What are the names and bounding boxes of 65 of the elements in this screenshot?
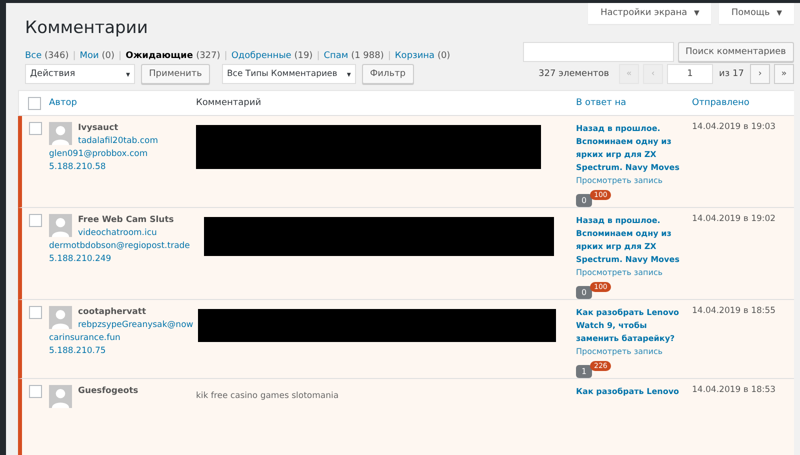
- filter-separator: |: [72, 51, 76, 61]
- post-title-link[interactable]: Назад в прошлое. Вспоминаем одну из ярких игр для ZX Spectrum. Navy Moves: [576, 214, 688, 266]
- post-title-link[interactable]: Как разобрать Lenovo: [576, 385, 688, 398]
- author-url-link[interactable]: tadalafil20tab.com: [49, 135, 194, 148]
- search-button[interactable]: Поиск комментариев: [678, 42, 794, 62]
- select-all-checkbox[interactable]: [28, 96, 40, 110]
- row-checkbox[interactable]: [29, 306, 42, 319]
- items-count: 327 элементов: [538, 69, 610, 79]
- avatar-icon: [49, 122, 72, 145]
- author-ip-link[interactable]: 5.188.210.58: [49, 161, 194, 174]
- approved-count-bubble[interactable]: 0: [576, 286, 592, 299]
- filter-separator: |: [224, 51, 228, 61]
- author-url-link[interactable]: videochatroom.icu: [49, 227, 194, 240]
- author-email-link[interactable]: glen091@probbox.com: [49, 148, 194, 161]
- view-post-link[interactable]: Просмотреть запись: [576, 174, 688, 187]
- page-title: Комментарии: [24, 18, 149, 40]
- apply-button[interactable]: Применить: [141, 64, 210, 84]
- row-checkbox[interactable]: [29, 214, 42, 227]
- column-header[interactable]: Отправлено: [692, 98, 750, 108]
- approved-count-bubble[interactable]: 1: [576, 365, 592, 378]
- approved-count-bubble[interactable]: 0: [576, 194, 592, 207]
- comment-type-dropdown[interactable]: Все Типы Комментариев ▾: [222, 64, 356, 84]
- page-number-field[interactable]: 1: [667, 64, 714, 84]
- column-header[interactable]: В ответ на: [576, 98, 626, 108]
- column-header[interactable]: Автор: [49, 98, 77, 108]
- avatar-icon: [49, 306, 72, 329]
- status-filter-link[interactable]: Спам (1 988): [324, 51, 384, 61]
- author-name: Free Web Cam Sluts: [78, 214, 175, 227]
- status-filter-link[interactable]: Ожидающие (327): [126, 51, 220, 61]
- next-page-button[interactable]: ›: [750, 64, 770, 84]
- author-ip-link[interactable]: 5.188.210.75: [49, 345, 194, 358]
- view-post-link[interactable]: Просмотреть запись: [576, 266, 688, 279]
- row-checkbox[interactable]: [29, 385, 42, 398]
- filter-separator: |: [118, 51, 122, 61]
- row-checkbox[interactable]: [29, 122, 42, 135]
- submitted-date: 14.04.2019 в 18:53: [692, 385, 776, 395]
- dropdown-arrow-icon: ▾: [346, 70, 351, 78]
- view-post-link[interactable]: Просмотреть запись: [576, 345, 688, 358]
- submitted-date: 14.04.2019 в 18:55: [692, 306, 776, 316]
- filter-separator: |: [316, 51, 320, 61]
- submitted-date: 14.04.2019 в 19:02: [692, 214, 776, 224]
- bulk-actions-dropdown[interactable]: Действия ▾: [25, 64, 135, 84]
- search-field[interactable]: [522, 42, 674, 62]
- avatar-icon: [49, 385, 72, 408]
- avatar-icon: [49, 214, 72, 237]
- status-filter-link[interactable]: Корзина (0): [394, 51, 450, 61]
- filter-separator: |: [388, 51, 391, 61]
- status-filter-link[interactable]: Мои (0): [80, 51, 115, 61]
- comment-text: kik free casino games slotomania: [196, 390, 340, 401]
- post-title-link[interactable]: Как разобрать Lenovo Watch 9, чтобы заменить батарейку?: [576, 306, 688, 345]
- author-name: cootaphervatt: [78, 306, 148, 319]
- submitted-date: 14.04.2019 в 19:03: [692, 122, 776, 132]
- author-name: Guesfogeots: [78, 385, 140, 398]
- post-title-link[interactable]: Назад в прошлое. Вспоминаем одну из ярких игр для ZX Spectrum. Navy Moves: [576, 122, 688, 174]
- dropdown-arrow-icon: ▾: [126, 70, 130, 78]
- column-header: Комментарий: [196, 98, 262, 108]
- page-total: из 17: [719, 69, 744, 79]
- author-email-link[interactable]: dermotbdobson@regiopost.trade: [49, 240, 194, 253]
- author-name: Ivysauct: [78, 122, 120, 135]
- author-email-link[interactable]: rebpzsypeGreanysak@nowcarinsurance.fun: [49, 319, 194, 345]
- status-filter-link[interactable]: Все (346): [25, 51, 69, 61]
- filter-button[interactable]: Фильтр: [362, 64, 414, 84]
- author-ip-link[interactable]: 5.188.210.249: [49, 253, 194, 266]
- status-filter-link[interactable]: Одобренные (19): [231, 51, 313, 61]
- last-page-button[interactable]: »: [774, 64, 794, 84]
